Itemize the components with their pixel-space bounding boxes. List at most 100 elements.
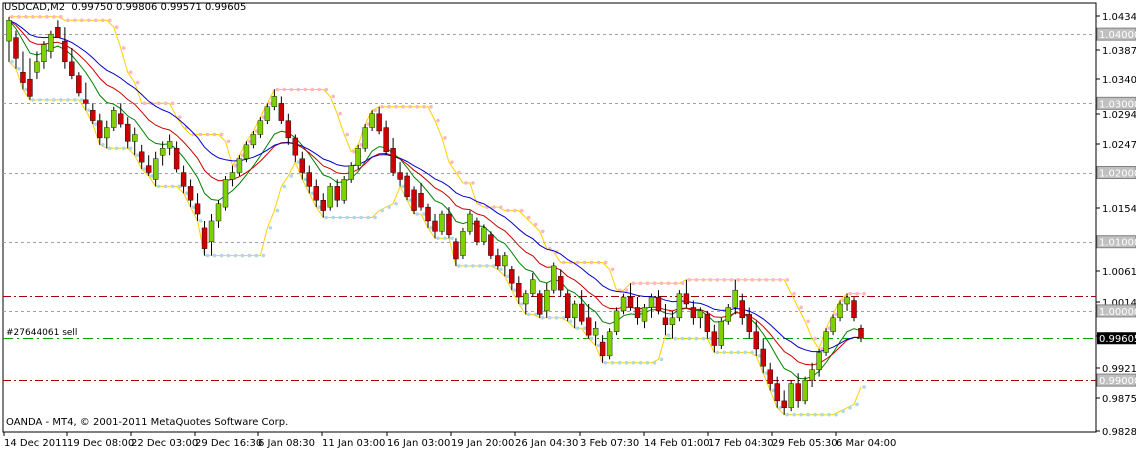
candle-body[interactable]: [564, 293, 571, 319]
candle-body[interactable]: [585, 317, 592, 336]
candle-body[interactable]: [138, 151, 145, 163]
candle-body[interactable]: [767, 369, 773, 384]
candle-body[interactable]: [606, 331, 613, 357]
candle-body[interactable]: [369, 113, 375, 128]
candle-body[interactable]: [481, 227, 487, 242]
candle-body[interactable]: [802, 379, 808, 402]
candle-body[interactable]: [69, 61, 75, 76]
candle-body[interactable]: [397, 172, 403, 180]
candle-body[interactable]: [111, 110, 117, 128]
candle-body[interactable]: [83, 99, 89, 104]
candle-body[interactable]: [816, 352, 822, 370]
candle-body[interactable]: [830, 317, 836, 332]
candle-body[interactable]: [208, 220, 215, 242]
candle-body[interactable]: [62, 40, 68, 63]
candle-body[interactable]: [753, 331, 759, 350]
candle-body[interactable]: [725, 307, 732, 322]
candle-body[interactable]: [97, 120, 103, 139]
candle-body[interactable]: [544, 289, 550, 312]
candle-body[interactable]: [571, 303, 578, 319]
candle-body[interactable]: [467, 213, 473, 232]
candle-body[interactable]: [809, 369, 815, 381]
candle-body[interactable]: [376, 113, 382, 132]
candle-body[interactable]: [676, 293, 683, 319]
candle-body[interactable]: [662, 317, 669, 325]
candle-body[interactable]: [306, 172, 312, 187]
candle-body[interactable]: [243, 144, 250, 159]
candle-body[interactable]: [690, 307, 697, 319]
candle-body[interactable]: [592, 328, 599, 336]
candle-body[interactable]: [844, 296, 850, 305]
candle-body[interactable]: [620, 296, 627, 312]
order-label[interactable]: #27644061 sell: [6, 328, 77, 338]
candle-body[interactable]: [348, 165, 354, 180]
candle-body[interactable]: [285, 120, 292, 139]
candle-body[interactable]: [278, 103, 285, 121]
candle-body[interactable]: [530, 279, 536, 294]
chart-window[interactable]: 1.04340 1.03870 1.03400 1.02940 1.02470 1.015…: [0, 0, 1136, 451]
candle-body[interactable]: [418, 193, 424, 208]
candle-body[interactable]: [697, 310, 704, 319]
candle-body[interactable]: [558, 276, 564, 291]
candle-body[interactable]: [537, 293, 543, 315]
candle-body[interactable]: [411, 189, 417, 211]
candle-body[interactable]: [271, 96, 278, 107]
candle-body[interactable]: [774, 383, 780, 402]
candle-body[interactable]: [711, 331, 718, 346]
candle-body[interactable]: [739, 300, 745, 319]
candle-body[interactable]: [327, 186, 333, 208]
candle-body[interactable]: [453, 241, 459, 260]
candle-body[interactable]: [704, 314, 711, 332]
candle-body[interactable]: [634, 307, 641, 319]
candle-body[interactable]: [390, 148, 396, 173]
candle-body[interactable]: [732, 289, 738, 308]
candle-body[interactable]: [746, 314, 752, 332]
candle-body[interactable]: [264, 106, 271, 121]
candle-body[interactable]: [6, 20, 12, 42]
candle-body[interactable]: [132, 134, 138, 142]
candle-body[interactable]: [851, 300, 857, 319]
price-chart[interactable]: 1.04340 1.03870 1.03400 1.02940 1.02470 1.015…: [0, 0, 1136, 451]
candle-body[interactable]: [118, 113, 124, 125]
candle-body[interactable]: [718, 321, 725, 346]
candle-body[interactable]: [76, 75, 82, 94]
candle-body[interactable]: [341, 179, 347, 201]
candle-body[interactable]: [159, 148, 166, 156]
candle-body[interactable]: [194, 203, 201, 215]
candle-body[interactable]: [320, 200, 326, 211]
candle-body[interactable]: [599, 341, 606, 357]
candle-body[interactable]: [669, 317, 676, 325]
candle-body[interactable]: [55, 27, 61, 38]
candle-body[interactable]: [523, 293, 529, 305]
candle-body[interactable]: [788, 383, 794, 408]
candle-body[interactable]: [425, 206, 431, 222]
candle-body[interactable]: [578, 303, 585, 322]
candle-body[interactable]: [125, 123, 131, 142]
candle-body[interactable]: [648, 296, 655, 308]
candle-body[interactable]: [334, 186, 340, 201]
candle-body[interactable]: [362, 127, 368, 149]
candle-body[interactable]: [222, 179, 229, 208]
candle-body[interactable]: [180, 172, 187, 187]
candle-body[interactable]: [460, 231, 466, 256]
candle-body[interactable]: [236, 158, 243, 173]
candle-body[interactable]: [502, 255, 508, 267]
candle-body[interactable]: [404, 175, 410, 197]
candle-body[interactable]: [27, 78, 33, 97]
candle-body[interactable]: [187, 186, 194, 201]
candle-body[interactable]: [20, 71, 26, 83]
candle-body[interactable]: [41, 44, 47, 63]
candle-body[interactable]: [823, 331, 829, 353]
candle-body[interactable]: [613, 310, 620, 332]
candle-body[interactable]: [488, 234, 494, 256]
candle-body[interactable]: [627, 296, 634, 308]
candle-body[interactable]: [13, 37, 19, 59]
candle-body[interactable]: [257, 120, 264, 135]
candle-body[interactable]: [795, 383, 801, 402]
candle-body[interactable]: [250, 134, 257, 146]
candle-body[interactable]: [509, 269, 515, 284]
candle-body[interactable]: [474, 220, 480, 242]
candle-body[interactable]: [166, 141, 173, 149]
candle-body[interactable]: [551, 265, 557, 291]
candle-body[interactable]: [383, 127, 389, 152]
